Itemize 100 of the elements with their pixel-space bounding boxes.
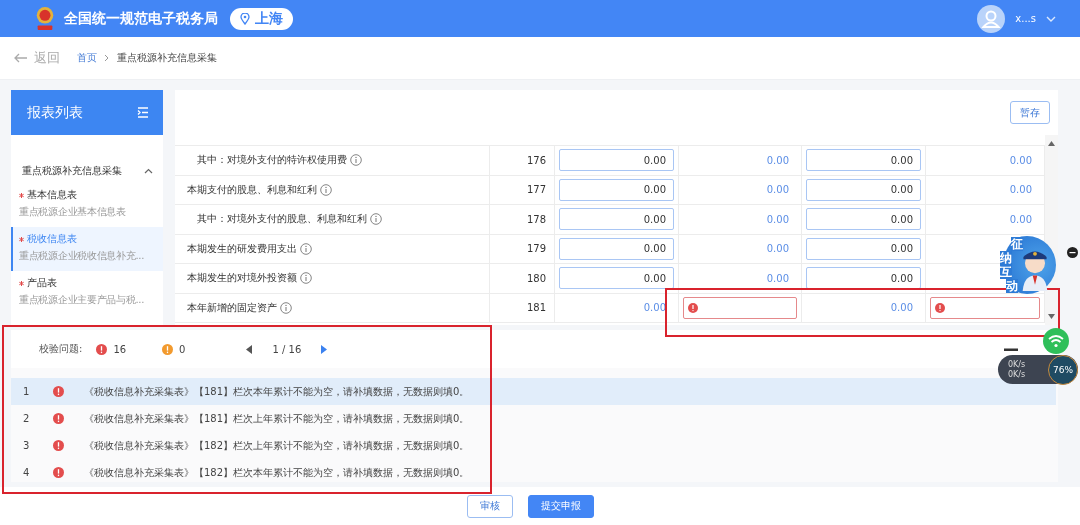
- computed-value: 0.00: [766, 184, 790, 196]
- computed-value: 0.00: [1009, 184, 1033, 196]
- error-field[interactable]: [683, 296, 797, 319]
- error-icon: [53, 440, 64, 451]
- message-text: 《税收信息补充采集表》【182】栏次上年累计不能为空，请补填数据，无数据则填0。: [84, 438, 470, 453]
- validation-message[interactable]: 4 《税收信息补充采集表》【182】栏次本年累计不能为空，请补填数据，无数据则填0。: [11, 459, 1056, 482]
- error-icon: [53, 386, 64, 397]
- amount-field[interactable]: 0.00: [559, 208, 674, 231]
- amount-field[interactable]: 0.00: [559, 149, 674, 172]
- line-number: 176: [526, 154, 546, 166]
- amount-field[interactable]: 0.00: [806, 208, 921, 231]
- info-icon[interactable]: [300, 242, 312, 255]
- computed-value: 0.00: [643, 302, 667, 314]
- avatar-icon[interactable]: [977, 4, 1006, 33]
- location-selector[interactable]: 上海: [230, 7, 293, 30]
- row-label: 本期发生的对境外投资额: [187, 271, 297, 286]
- close-icon[interactable]: [1067, 247, 1078, 258]
- network-monitor[interactable]: 0K/s 0K/s 76%: [998, 355, 1078, 384]
- computed-value: 0.00: [1009, 154, 1033, 166]
- sidebar-title: 报表列表: [27, 103, 83, 122]
- breadcrumb-separator-icon: [104, 54, 110, 62]
- assistant-label: 征: [1011, 237, 1023, 251]
- computed-value: 0.00: [766, 154, 790, 166]
- amount-field[interactable]: 0.00: [559, 237, 674, 260]
- error-icon: [53, 413, 64, 424]
- assistant-label: 互: [1000, 265, 1012, 279]
- validation-message[interactable]: 1 《税收信息补充采集表》【181】栏次本年累计不能为空，请补填数据，无数据则填0。: [11, 378, 1056, 405]
- user-name[interactable]: x...s: [1015, 13, 1036, 24]
- message-text: 《税收信息补充采集表》【182】栏次本年累计不能为空，请补填数据，无数据则填0。: [84, 465, 470, 480]
- validation-label: 校验问题:: [39, 342, 83, 356]
- amount-field[interactable]: 0.00: [806, 267, 921, 290]
- site-title: 全国统一规范电子税务局: [64, 9, 218, 28]
- error-field[interactable]: [930, 296, 1040, 319]
- download-rate: 0K/s: [1008, 369, 1026, 380]
- assistant-label: 纳: [1000, 251, 1012, 265]
- error-icon: [688, 302, 698, 313]
- amount-field[interactable]: 0.00: [559, 178, 674, 201]
- submit-button[interactable]: 提交申报: [527, 494, 594, 518]
- line-number: 178: [526, 213, 546, 225]
- line-number: 179: [526, 243, 546, 255]
- sidebar-item[interactable]: 基本信息表 重点税源企业基本信息表: [11, 183, 163, 227]
- warning-count: 0: [179, 343, 186, 355]
- error-icon: [96, 343, 108, 355]
- error-icon: [935, 302, 945, 313]
- minimize-icon[interactable]: [1004, 348, 1018, 352]
- next-icon[interactable]: [321, 344, 328, 354]
- info-icon[interactable]: [280, 301, 292, 314]
- message-number: 3: [23, 440, 31, 451]
- error-count: 16: [113, 343, 127, 355]
- collapse-menu-icon[interactable]: [137, 107, 149, 118]
- sidebar-group[interactable]: 重点税源补充信息采集: [11, 159, 163, 183]
- review-button[interactable]: 审核: [466, 494, 513, 518]
- sidebar-item-subtitle: 重点税源企业主要产品与税...: [19, 293, 146, 307]
- row-label: 本年新增的固定资产: [187, 300, 277, 315]
- amount-field[interactable]: 0.00: [806, 237, 921, 260]
- emblem-icon: [34, 4, 56, 33]
- message-number: 1: [23, 386, 31, 397]
- upload-rate: 0K/s: [1008, 359, 1026, 370]
- info-icon[interactable]: [300, 272, 312, 285]
- message-text: 《税收信息补充采集表》【181】栏次上年累计不能为空，请补填数据，无数据则填0。: [84, 411, 470, 426]
- warning-icon: [162, 343, 174, 355]
- assistant-label: 动: [1006, 279, 1018, 293]
- validation-message[interactable]: 2 《税收信息补充采集表》【181】栏次上年累计不能为空，请补填数据，无数据则填0。: [11, 405, 1056, 432]
- line-number: 177: [526, 184, 546, 196]
- scroll-down-icon[interactable]: [1048, 314, 1055, 319]
- page-indicator: 1 / 16: [272, 343, 302, 355]
- info-icon[interactable]: [350, 154, 362, 167]
- previous-icon[interactable]: [246, 344, 253, 354]
- message-text: 《税收信息补充采集表》【181】栏次本年累计不能为空，请补填数据，无数据则填0。: [84, 384, 470, 399]
- assistant-badge[interactable]: 征 纳 互 动: [998, 236, 1056, 294]
- scroll-up-icon[interactable]: [1048, 141, 1055, 146]
- line-number: 181: [526, 302, 546, 314]
- message-number: 4: [23, 467, 31, 478]
- breadcrumb-current: 重点税源补充信息采集: [117, 51, 217, 65]
- wifi-icon[interactable]: [1043, 328, 1069, 354]
- computed-value: 0.00: [1009, 213, 1033, 225]
- back-arrow-icon: [14, 53, 28, 63]
- amount-field[interactable]: 0.00: [806, 178, 921, 201]
- chevron-down-icon[interactable]: [1046, 14, 1056, 23]
- location-pin-icon: [240, 12, 250, 25]
- computed-value: 0.00: [766, 272, 790, 284]
- info-icon[interactable]: [320, 183, 332, 196]
- line-number: 180: [526, 272, 546, 284]
- save-draft-button[interactable]: 暂存: [1010, 101, 1050, 124]
- sidebar-item-subtitle: 重点税源企业基本信息表: [19, 205, 127, 219]
- validation-message[interactable]: 3 《税收信息补充采集表》【182】栏次上年累计不能为空，请补填数据，无数据则填0。: [11, 432, 1056, 459]
- row-label: 本期发生的研发费用支出: [187, 241, 297, 256]
- message-number: 2: [23, 413, 31, 424]
- sidebar-item[interactable]: 产品表 重点税源企业主要产品与税...: [11, 271, 163, 315]
- sidebar-item-title: 产品表: [27, 276, 57, 290]
- info-icon[interactable]: [370, 213, 382, 226]
- sidebar-item-title: 基本信息表: [27, 188, 77, 202]
- sidebar-item-title: 税收信息表: [27, 232, 77, 246]
- error-icon: [53, 467, 64, 478]
- row-label: 本期支付的股息、利息和红利: [187, 182, 317, 197]
- amount-field[interactable]: 0.00: [559, 267, 674, 290]
- computed-value: 0.00: [766, 243, 790, 255]
- row-label: 其中：对境外支付的股息、利息和红利: [197, 212, 367, 227]
- breadcrumb-link[interactable]: 首页: [77, 51, 97, 65]
- amount-field[interactable]: 0.00: [806, 149, 921, 172]
